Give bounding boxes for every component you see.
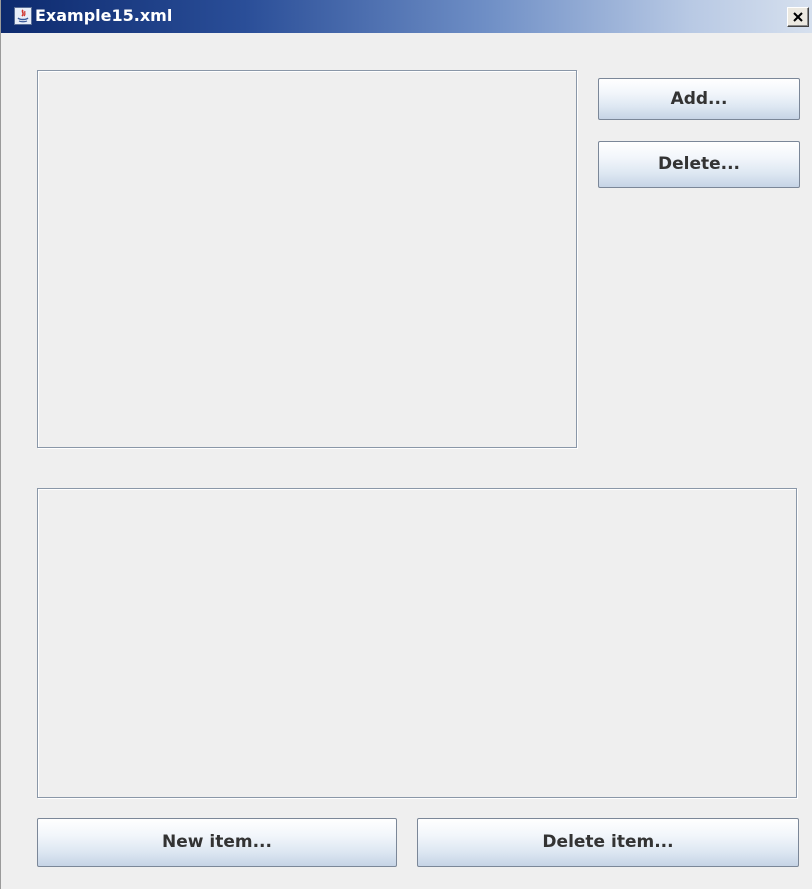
new-item-button[interactable]: New item... xyxy=(37,818,397,867)
java-app-icon xyxy=(14,7,32,25)
add-button[interactable]: Add... xyxy=(598,78,800,120)
delete-button[interactable]: Delete... xyxy=(598,141,800,188)
application-window: Example15.xml Add... Delete... New item.… xyxy=(0,0,812,889)
top-list-panel[interactable] xyxy=(37,70,577,448)
bottom-list-panel[interactable] xyxy=(37,488,797,798)
title-bar[interactable]: Example15.xml xyxy=(1,0,812,33)
delete-item-button[interactable]: Delete item... xyxy=(417,818,799,867)
close-button[interactable] xyxy=(787,7,809,27)
window-title: Example15.xml xyxy=(35,6,173,25)
close-icon xyxy=(788,11,808,23)
